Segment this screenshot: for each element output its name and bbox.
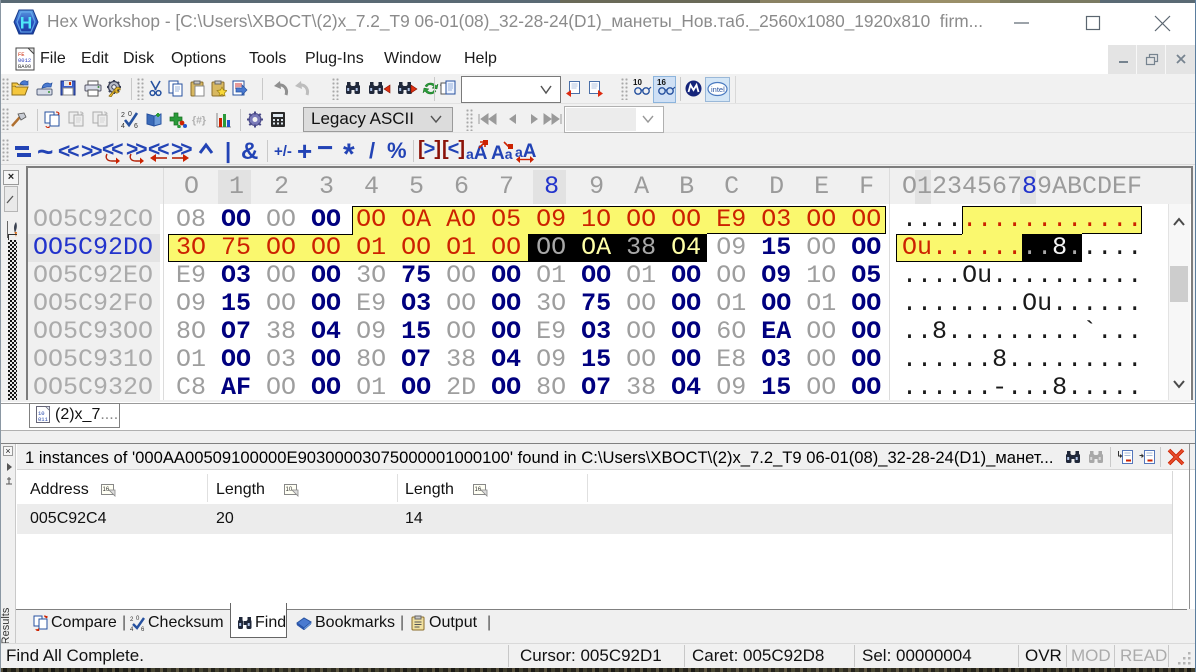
svg-text:6: 6 xyxy=(141,627,145,631)
svg-text:16: 16 xyxy=(657,78,666,87)
svg-text:10: 10 xyxy=(286,487,293,493)
svg-text:H: H xyxy=(20,14,32,33)
svg-text:{#}: {#} xyxy=(192,115,206,127)
svg-text:4: 4 xyxy=(130,627,134,631)
svg-text:2: 2 xyxy=(130,617,134,623)
svg-text:0: 0 xyxy=(128,111,132,118)
svg-text:16: 16 xyxy=(103,487,110,493)
svg-text:4: 4 xyxy=(121,123,125,129)
svg-text:16: 16 xyxy=(475,487,482,493)
svg-text:intel: intel xyxy=(711,85,725,94)
svg-text:011: 011 xyxy=(38,416,49,423)
svg-text:2: 2 xyxy=(121,112,125,119)
svg-text:10: 10 xyxy=(633,78,642,87)
svg-text:BA90: BA90 xyxy=(18,63,31,70)
svg-text:6: 6 xyxy=(134,123,138,129)
svg-text:0: 0 xyxy=(136,616,140,622)
